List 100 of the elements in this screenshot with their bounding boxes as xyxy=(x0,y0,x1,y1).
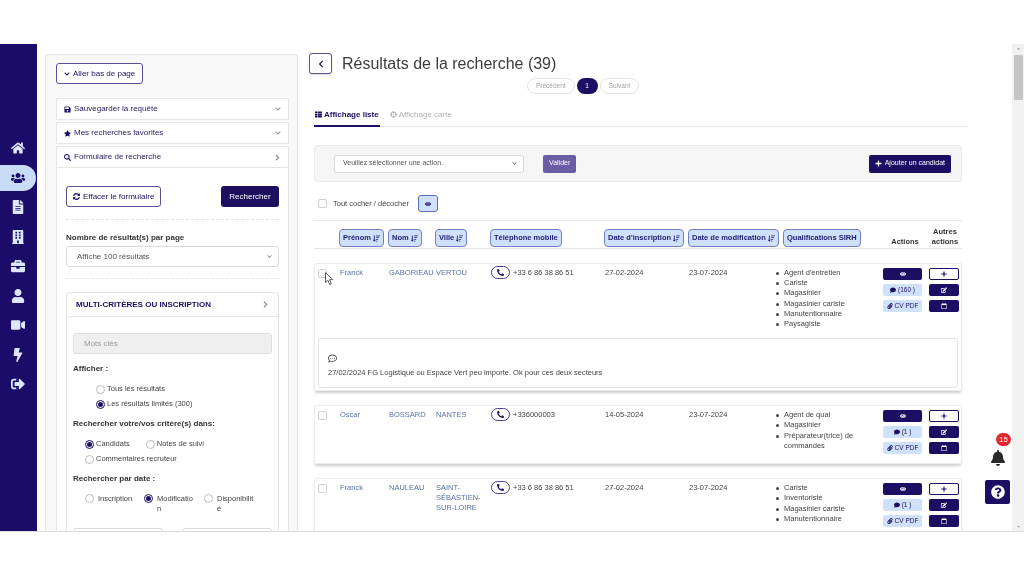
group-label: Afficher : xyxy=(73,364,110,374)
accordion-header[interactable]: Mes recherches favorites xyxy=(56,122,289,144)
edit-icon xyxy=(941,429,947,436)
search-icon xyxy=(64,153,71,161)
help-button[interactable] xyxy=(985,480,1010,504)
edit-button[interactable] xyxy=(929,284,959,296)
bullet-icon xyxy=(776,507,779,511)
chevron-right-icon xyxy=(274,153,281,161)
edit-icon xyxy=(941,287,947,293)
comment-icon xyxy=(893,429,900,436)
eye-icon xyxy=(424,200,431,207)
scrollbar[interactable] xyxy=(1012,44,1024,531)
radio-button[interactable] xyxy=(204,494,213,503)
view-button[interactable] xyxy=(883,483,922,496)
bullet-icon xyxy=(776,414,779,418)
home-icon xyxy=(11,141,25,155)
star-icon xyxy=(64,129,71,137)
checkbox[interactable] xyxy=(318,411,327,421)
bullet-icon xyxy=(776,424,779,428)
group-label: Rechercher votre/vos critère(s) dans: xyxy=(73,419,216,429)
calendar-icon xyxy=(941,445,947,452)
add-button[interactable] xyxy=(929,483,959,496)
chevron-left-icon xyxy=(316,59,325,68)
checkbox[interactable] xyxy=(318,484,327,494)
calendar-button[interactable] xyxy=(929,300,959,312)
crosshair-icon xyxy=(389,111,397,118)
nav-item[interactable] xyxy=(0,164,36,191)
calendar-button[interactable] xyxy=(929,515,959,528)
accordion-header[interactable]: Formulaire de recherche xyxy=(56,146,289,168)
edit-icon xyxy=(941,502,947,509)
chevron-down-icon xyxy=(64,70,70,77)
bell-icon[interactable] xyxy=(990,450,1006,466)
view-button[interactable] xyxy=(883,268,922,280)
view-tab[interactable]: Affichage liste xyxy=(314,104,380,127)
video-camera-icon xyxy=(11,318,25,332)
bullet-icon xyxy=(776,282,779,286)
calendar-icon xyxy=(941,518,947,525)
edit-button[interactable] xyxy=(929,499,959,512)
notification-badge: 15 xyxy=(996,433,1011,446)
radio-button[interactable] xyxy=(85,454,94,464)
keywords-field[interactable]: Mots clés xyxy=(73,333,272,354)
bullet-icon xyxy=(776,292,779,296)
plus-icon xyxy=(941,413,947,420)
user-icon xyxy=(11,288,25,303)
radio-button[interactable] xyxy=(145,439,155,449)
document-icon xyxy=(11,200,25,214)
criteria-header[interactable]: MULTI-CRITÈRES OU INSCRIPTION xyxy=(67,293,278,317)
bullet-icon xyxy=(776,434,779,438)
view-button[interactable] xyxy=(883,410,922,423)
caret-icon xyxy=(267,254,272,259)
comment-icon xyxy=(893,502,900,509)
accordion-header[interactable]: Sauvegarder la requête xyxy=(56,98,289,120)
users-icon xyxy=(11,170,25,185)
bullet-icon xyxy=(776,312,779,316)
radio-button[interactable] xyxy=(144,494,153,503)
field-label: Nombre de résultat(s) par page xyxy=(66,233,186,243)
calendar-button[interactable] xyxy=(929,442,959,455)
caret-icon xyxy=(512,161,517,166)
list-icon xyxy=(315,111,322,118)
eye-icon xyxy=(899,413,906,420)
refresh-icon xyxy=(73,193,80,200)
back-button[interactable] xyxy=(309,53,332,74)
plus-icon xyxy=(874,160,882,167)
chevron-down-icon xyxy=(275,106,281,112)
eye-icon xyxy=(899,486,906,493)
bullet-icon xyxy=(776,517,779,521)
radio-button[interactable] xyxy=(85,439,94,449)
radio-button[interactable] xyxy=(96,384,105,394)
bullet-icon xyxy=(776,497,779,501)
bullet-icon xyxy=(776,272,779,275)
radio-button[interactable] xyxy=(96,399,105,409)
calendar-icon xyxy=(941,303,947,309)
clear-form-button[interactable]: Effacer le formulaire xyxy=(66,186,162,207)
bullet-icon xyxy=(776,487,779,491)
paperclip-icon xyxy=(886,445,893,452)
add-button[interactable] xyxy=(929,268,959,280)
radio-button[interactable] xyxy=(85,494,94,503)
add-button[interactable] xyxy=(929,410,959,423)
scrollbar-thumb[interactable] xyxy=(1013,55,1023,100)
results-per-page-select[interactable]: Affiche 100 résultats xyxy=(66,246,279,267)
comment-icon xyxy=(328,354,337,364)
comment-icon xyxy=(890,287,896,293)
bullet-icon xyxy=(776,302,779,306)
help-icon xyxy=(990,485,1005,499)
search-button[interactable]: Rechercher xyxy=(221,186,279,207)
chevron-right-icon xyxy=(262,301,269,308)
eye-icon xyxy=(899,271,906,277)
edit-button[interactable] xyxy=(929,426,959,439)
toggle-details-button[interactable] xyxy=(417,195,438,212)
paperclip-icon xyxy=(886,303,893,309)
plus-icon xyxy=(941,271,947,277)
scroll-to-bottom-button[interactable]: Aller bas de page xyxy=(56,63,144,84)
checkbox[interactable] xyxy=(318,199,327,208)
paperclip-icon xyxy=(886,518,893,525)
building-icon xyxy=(11,229,25,244)
bullet-icon xyxy=(776,323,779,326)
briefcase-icon xyxy=(11,259,25,273)
page-title: Résultats de la recherche (39) xyxy=(342,53,557,74)
chevron-down-icon xyxy=(275,130,281,136)
group-label: Rechercher par date : xyxy=(73,474,157,484)
